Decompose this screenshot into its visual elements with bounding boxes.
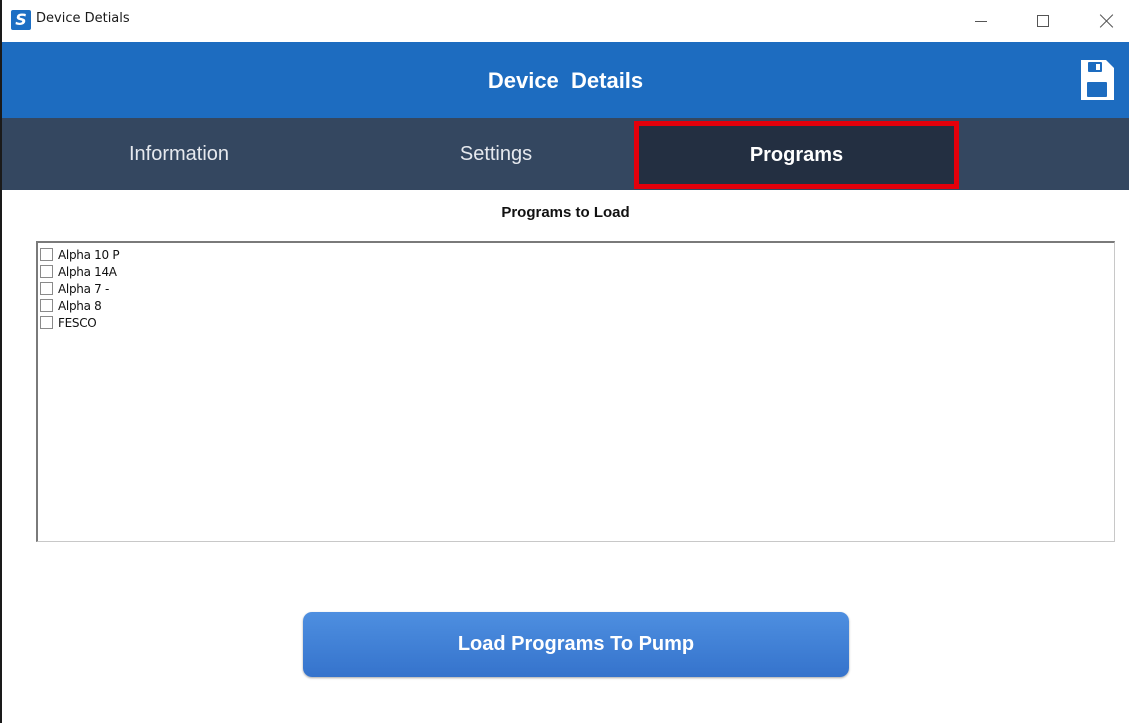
program-label: Alpha 8	[58, 298, 102, 313]
program-checkbox[interactable]	[40, 248, 53, 261]
app-window: S Device Detials Device Details Informat…	[0, 0, 1129, 723]
tab-information[interactable]: Information	[2, 118, 356, 190]
window-title: Device Detials	[36, 11, 130, 26]
minimize-icon	[975, 20, 987, 22]
program-checkbox[interactable]	[40, 316, 53, 329]
list-item[interactable]: Alpha 7 -	[40, 280, 1114, 297]
program-checkbox[interactable]	[40, 299, 53, 312]
list-item[interactable]: Alpha 8	[40, 297, 1114, 314]
program-label: Alpha 10 P	[58, 247, 120, 262]
load-programs-button[interactable]: Load Programs To Pump	[303, 612, 849, 677]
title-bar: S Device Detials	[2, 0, 1129, 42]
programs-list[interactable]: Alpha 10 P Alpha 14A Alpha 7 - Alpha 8 F…	[36, 241, 1115, 542]
app-logo-icon: S	[11, 10, 31, 30]
program-label: FESCO	[58, 315, 97, 330]
tab-settings[interactable]: Settings	[356, 118, 636, 190]
minimize-button[interactable]	[958, 0, 1004, 42]
tab-programs[interactable]: Programs	[634, 121, 959, 189]
programs-section-title: Programs to Load	[501, 204, 630, 221]
list-item[interactable]: FESCO	[40, 314, 1114, 331]
maximize-button[interactable]	[1020, 0, 1066, 42]
program-checkbox[interactable]	[40, 265, 53, 278]
tab-bar: Information Settings Programs	[2, 118, 1129, 190]
save-icon	[1081, 60, 1114, 100]
close-icon	[1100, 14, 1114, 28]
page-title: Device Details	[487, 68, 644, 93]
list-item[interactable]: Alpha 10 P	[40, 246, 1114, 263]
program-checkbox[interactable]	[40, 282, 53, 295]
page-header: Device Details	[2, 42, 1129, 118]
program-label: Alpha 14A	[58, 264, 117, 279]
program-label: Alpha 7 -	[58, 281, 110, 296]
maximize-icon	[1037, 15, 1049, 27]
close-button[interactable]	[1084, 0, 1129, 42]
list-item[interactable]: Alpha 14A	[40, 263, 1114, 280]
save-button[interactable]	[1078, 58, 1116, 102]
